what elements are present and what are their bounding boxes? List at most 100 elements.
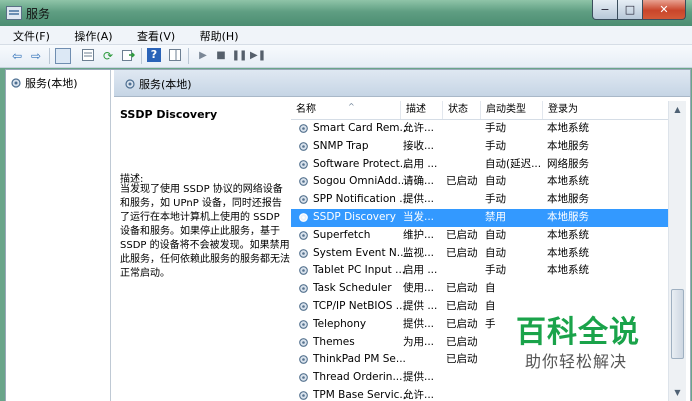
cell-desc: 启用 ... xyxy=(403,264,438,277)
toolbar: ⇦ ⇨ ⟳ ? ▶ ■ ❚❚ ▶❚ xyxy=(0,45,692,68)
column-header-log-on-as[interactable]: 登录为 xyxy=(543,101,679,119)
scroll-up-icon[interactable]: ▲ xyxy=(669,101,686,118)
cell-status: 已启动 xyxy=(446,353,478,366)
close-button[interactable]: ✕ xyxy=(643,0,686,20)
cell-startup: 手动 xyxy=(485,122,506,134)
service-gear-icon xyxy=(299,373,308,383)
cell-desc: 提供 ... xyxy=(403,300,438,312)
show-console-tree-icon[interactable] xyxy=(55,48,71,64)
cell-logon: 网络服务 xyxy=(547,157,589,170)
table-row[interactable]: System Event N... 监视... 已启动 自动 本地系统 xyxy=(291,245,679,263)
service-gear-icon xyxy=(299,284,308,294)
table-row[interactable]: SPP Notification ... 提供... 手动 本地服务 xyxy=(291,191,679,209)
cell-startup: 手动 xyxy=(485,193,506,206)
table-row[interactable]: Software Protect... 启用 ... 自动(延迟... 网络服务 xyxy=(291,156,679,174)
maximize-button[interactable]: □ xyxy=(618,0,643,20)
cell-name: System Event N... xyxy=(313,246,407,259)
table-row[interactable]: Tablet PC Input ... 启用 ... 手动 本地系统 xyxy=(291,262,679,280)
selected-service-name: SSDP Discovery xyxy=(120,108,218,121)
column-header-status[interactable]: 状态 xyxy=(443,101,481,119)
services-app-icon xyxy=(6,6,22,20)
cell-startup: 自 xyxy=(485,300,496,312)
table-header: 名称 ^ 描述 状态 启动类型 登录为 xyxy=(291,101,679,120)
cell-name: Task Scheduler xyxy=(313,282,392,295)
cell-desc: 接收... xyxy=(403,139,435,152)
cell-name: Smart Card Rem... xyxy=(313,122,410,134)
cell-startup: 手动 xyxy=(485,264,506,277)
gear-icon xyxy=(10,77,22,89)
refresh-icon[interactable]: ⟳ xyxy=(100,48,116,64)
cell-name: Tablet PC Input ... xyxy=(313,264,406,277)
cell-name: SPP Notification ... xyxy=(313,193,410,206)
toolbar-separator xyxy=(49,48,50,64)
table-row[interactable]: Sogou OmniAdd... 请确... 已启动 自动 本地系统 xyxy=(291,173,679,191)
minimize-button[interactable]: − xyxy=(592,0,618,20)
toolbar-separator xyxy=(188,48,189,64)
column-header-label: 启动类型 xyxy=(486,104,526,115)
cell-name: SSDP Discovery xyxy=(313,211,396,223)
table-row[interactable]: Task Scheduler 使用... 已启动自 xyxy=(291,280,679,298)
menu-help[interactable]: 帮助(H) xyxy=(186,26,246,44)
tree-item-label: 服务(本地) xyxy=(25,77,78,90)
back-arrow-icon[interactable]: ⇦ xyxy=(9,48,25,64)
cell-desc: 允许... xyxy=(403,389,435,401)
cell-desc: 提供... xyxy=(403,317,435,330)
properties-icon[interactable] xyxy=(80,48,96,64)
help-icon[interactable]: ? xyxy=(147,48,161,62)
cell-logon: 本地服务 xyxy=(547,193,589,206)
service-gear-icon xyxy=(299,177,308,187)
description-text: 当发现了使用 SSDP 协议的网络设备和服务，如 UPnP 设备，同时还报告了运… xyxy=(120,184,290,279)
column-header-startup-type[interactable]: 启动类型 xyxy=(481,101,543,119)
cell-startup: 自动 xyxy=(485,175,506,188)
column-header-name[interactable]: 名称 ^ xyxy=(291,101,401,119)
cell-startup: 自 xyxy=(485,282,496,295)
gear-icon xyxy=(124,78,136,90)
service-gear-icon xyxy=(299,302,308,311)
service-gear-icon xyxy=(299,124,308,133)
cell-name: Telephony xyxy=(313,317,367,330)
start-service-icon[interactable]: ▶ xyxy=(195,48,211,64)
cell-name: Software Protect... xyxy=(313,157,410,170)
scrollbar-thumb[interactable] xyxy=(671,289,684,359)
service-gear-icon xyxy=(299,141,308,151)
tree-item-services-local[interactable]: 服务(本地) xyxy=(10,75,78,91)
table-row[interactable]: SNMP Trap 接收... 手动 本地服务 xyxy=(291,138,679,156)
cell-status: 已启动 xyxy=(446,175,478,188)
watermark-subtitle: 助你轻松解决 xyxy=(525,352,628,371)
column-header-label: 名称 xyxy=(296,104,316,115)
header-title: 服务(本地) xyxy=(139,78,192,91)
export-list-icon[interactable] xyxy=(120,48,136,64)
menu-file[interactable]: 文件(F) xyxy=(0,26,57,44)
service-gear-icon xyxy=(299,248,308,258)
menu-view[interactable]: 查看(V) xyxy=(123,26,182,44)
column-header-label: 登录为 xyxy=(548,104,578,115)
cell-startup: 手 xyxy=(485,317,496,330)
service-gear-icon xyxy=(299,355,308,365)
table-row[interactable]: SSDP Discovery 当发... 禁用 本地服务 xyxy=(291,209,679,227)
cell-status: 已启动 xyxy=(446,246,478,259)
toolbar-separator xyxy=(141,48,142,64)
cell-desc: 监视... xyxy=(403,246,435,259)
forward-arrow-icon[interactable]: ⇨ xyxy=(28,48,44,64)
cell-startup: 禁用 xyxy=(485,211,506,223)
cell-logon: 本地服务 xyxy=(547,139,589,152)
table-row[interactable]: Superfetch 维护... 已启动 自动 本地系统 xyxy=(291,227,679,245)
watermark-logo: 百科全说 助你轻松解决 xyxy=(512,305,662,375)
cell-desc: 启用 ... xyxy=(403,157,438,170)
scroll-down-icon[interactable]: ▼ xyxy=(669,384,686,401)
column-header-description[interactable]: 描述 xyxy=(401,101,443,119)
stop-service-icon[interactable]: ■ xyxy=(213,48,229,64)
table-row[interactable]: TPM Base Servic... 允许... xyxy=(291,387,679,401)
service-gear-icon xyxy=(299,195,308,205)
menu-action[interactable]: 操作(A) xyxy=(60,26,119,44)
pause-service-icon[interactable]: ❚❚ xyxy=(231,48,248,64)
cell-logon: 本地系统 xyxy=(547,228,589,241)
restart-service-icon[interactable]: ▶❚ xyxy=(250,48,266,64)
table-row[interactable]: Smart Card Rem... 允许... 手动 本地系统 xyxy=(291,120,679,138)
cell-name: Themes xyxy=(313,335,355,348)
vertical-scrollbar[interactable]: ▲ ▼ xyxy=(668,101,686,401)
cell-startup: 自动 xyxy=(485,228,506,241)
show-hide-action-pane-icon[interactable] xyxy=(167,48,183,64)
service-gear-icon xyxy=(299,391,308,400)
cell-status: 已启动 xyxy=(446,282,478,295)
